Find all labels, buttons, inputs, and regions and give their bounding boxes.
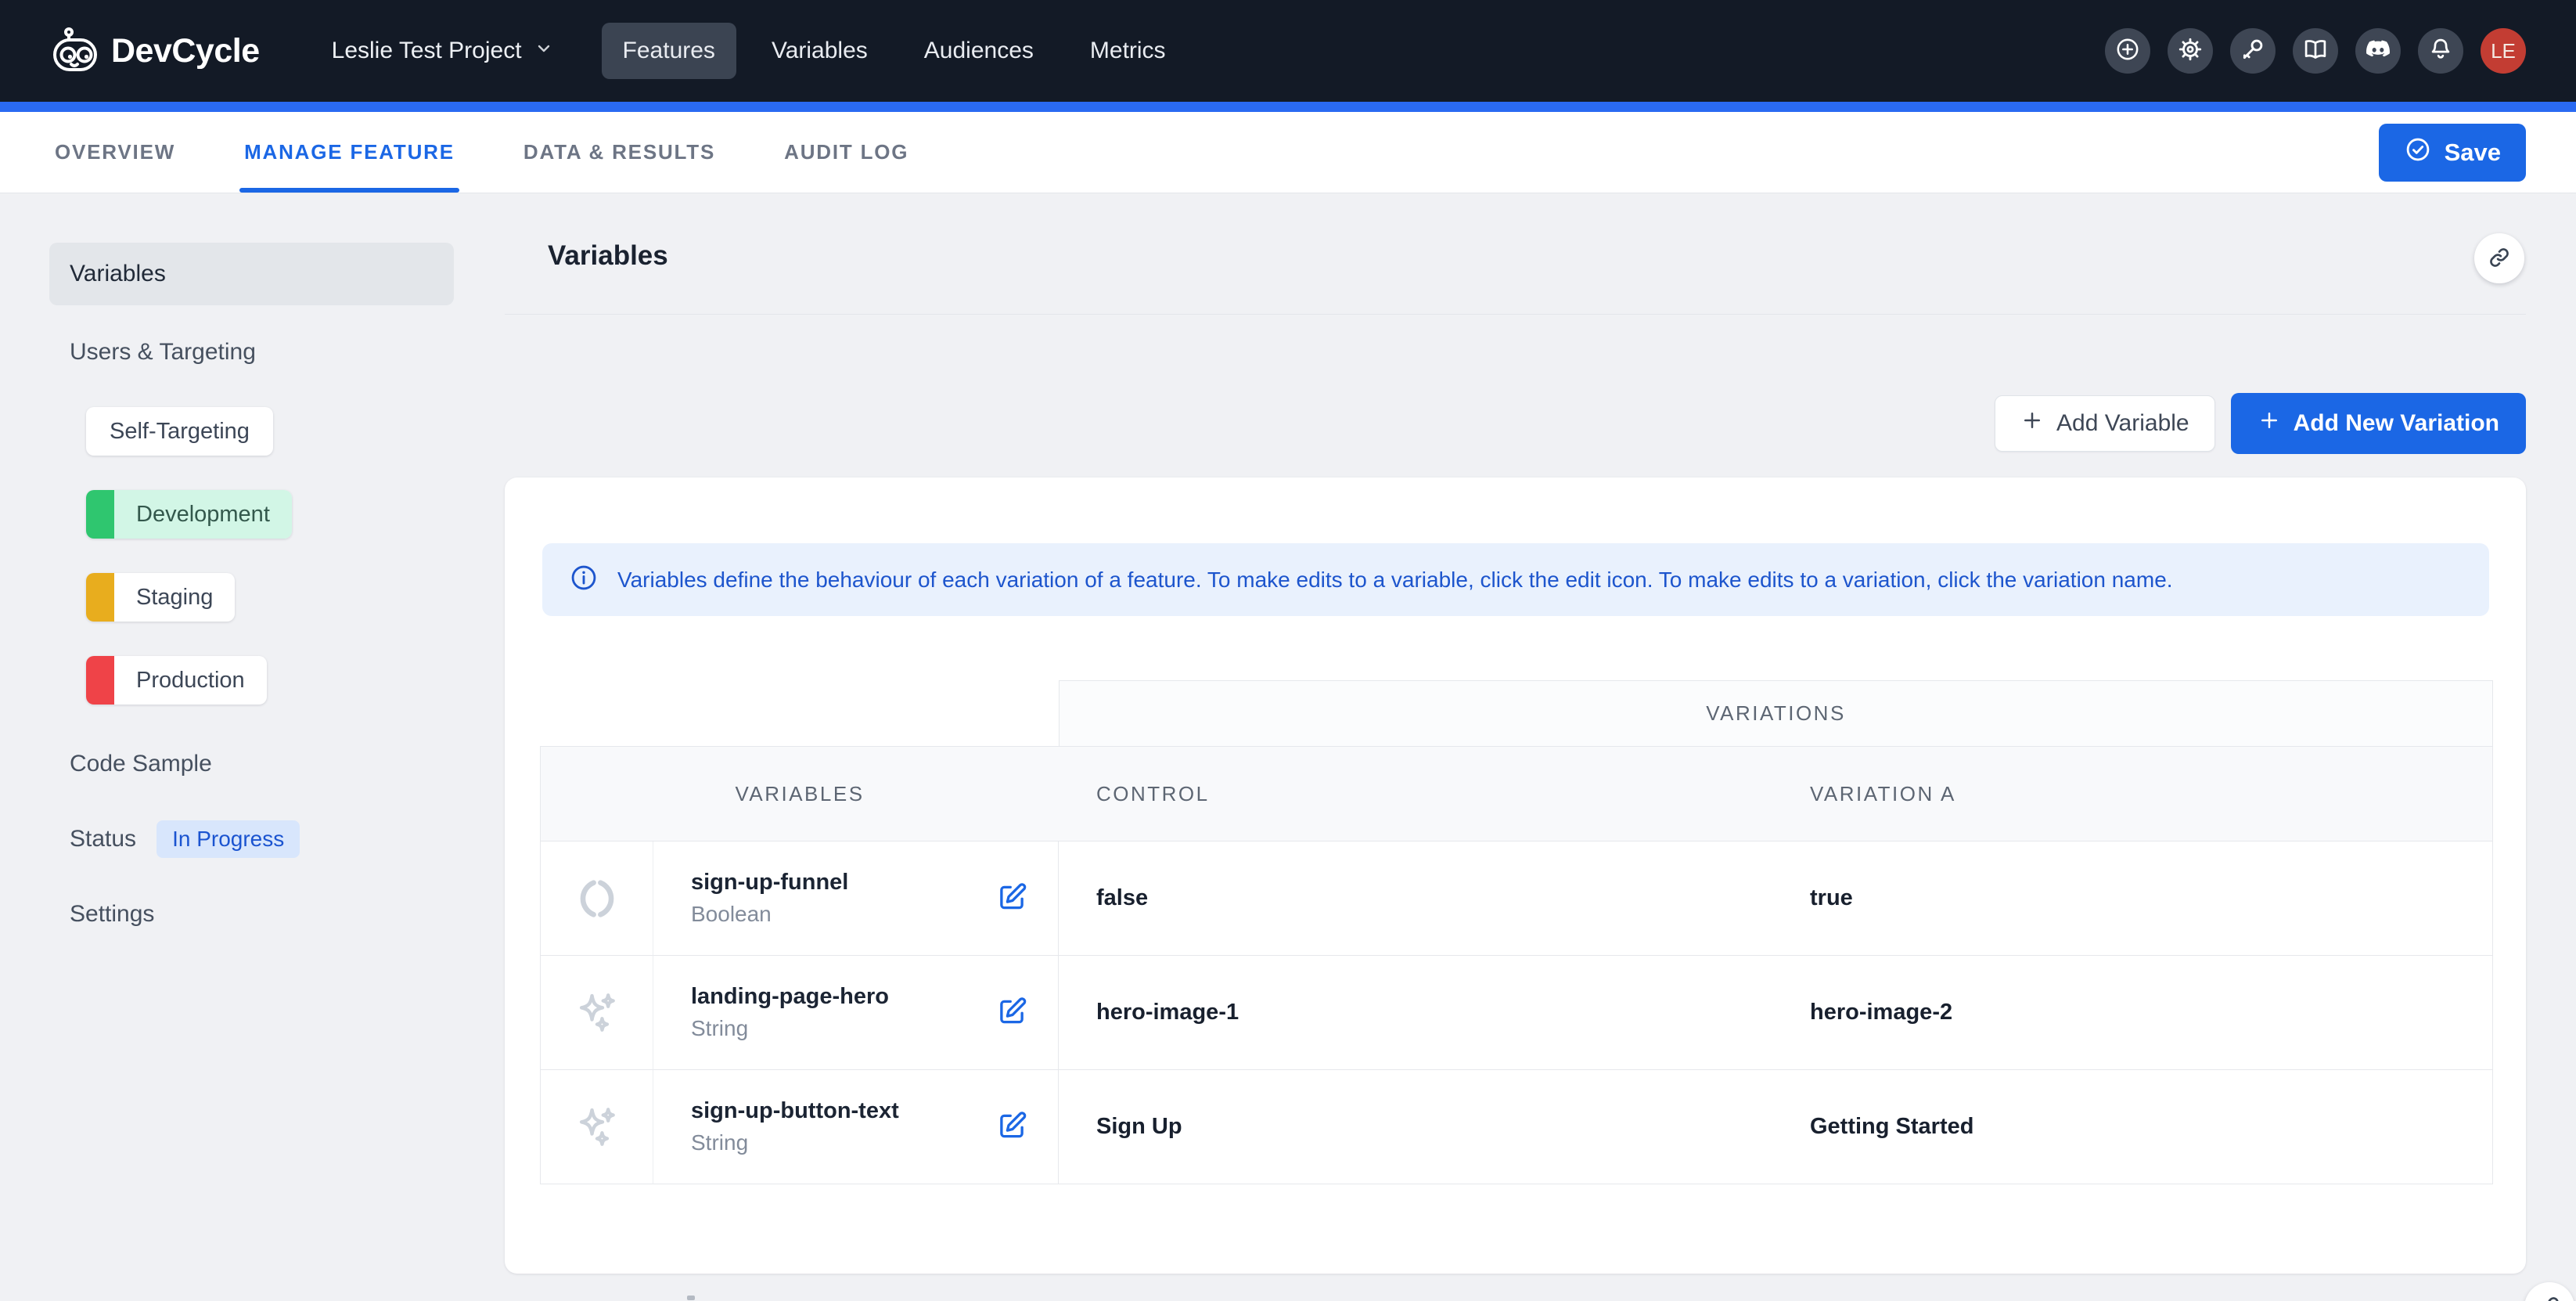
- nav-item-audiences[interactable]: Audiences: [903, 23, 1055, 79]
- sidebar-env-self-targeting[interactable]: Self-Targeting: [86, 407, 273, 456]
- add-new-variation-button[interactable]: Add New Variation: [2231, 393, 2526, 454]
- brand-name: DevCycle: [111, 32, 260, 70]
- docs-button[interactable]: [2293, 28, 2338, 74]
- sidebar-env-staging[interactable]: Staging: [86, 573, 235, 622]
- status-badge[interactable]: In Progress: [157, 820, 300, 858]
- sidebar-env-production[interactable]: Production: [86, 656, 267, 705]
- project-selector[interactable]: Leslie Test Project: [332, 38, 553, 64]
- section-link-button-partial[interactable]: [2524, 1282, 2574, 1301]
- tab-audit-log[interactable]: AUDIT LOG: [784, 112, 908, 193]
- env-color-bar: [86, 656, 114, 705]
- info-icon: [569, 563, 599, 596]
- tab-manage-feature[interactable]: MANAGE FEATURE: [244, 112, 455, 193]
- tab-overview[interactable]: OVERVIEW: [55, 112, 175, 193]
- user-avatar[interactable]: LE: [2481, 28, 2526, 74]
- discord-icon: [2364, 35, 2392, 67]
- section-link-button[interactable]: [2474, 233, 2524, 283]
- status-label: Status: [70, 826, 136, 852]
- tab-data-results[interactable]: DATA & RESULTS: [523, 112, 715, 193]
- table-spacer: [540, 680, 1059, 746]
- variations-header-label: VARIATIONS: [1706, 701, 1846, 726]
- book-open-icon: [2302, 36, 2329, 67]
- api-keys-button[interactable]: [2230, 28, 2276, 74]
- edit-pencil-icon: [995, 881, 1028, 916]
- add-variable-button[interactable]: Add Variable: [1995, 395, 2215, 452]
- plus-icon: [2258, 409, 2281, 438]
- add-new-button[interactable]: [2105, 28, 2150, 74]
- sidebar-item-status[interactable]: Status In Progress: [49, 820, 505, 858]
- next-section-partial: [687, 1296, 695, 1300]
- nav-item-variables[interactable]: Variables: [750, 23, 889, 79]
- env-label: Staging: [114, 573, 235, 622]
- edit-variable-button[interactable]: [995, 881, 1028, 916]
- plus-circle-icon: [2114, 36, 2141, 67]
- control-value[interactable]: false: [1059, 842, 1775, 956]
- settings-button[interactable]: [2168, 28, 2213, 74]
- link-icon: [2487, 245, 2512, 272]
- sidebar-env-development[interactable]: Development: [86, 490, 292, 539]
- variable-type-string-icon: [540, 1070, 653, 1184]
- variable-type-string-icon: [540, 956, 653, 1070]
- devcycle-robot-icon: [50, 26, 100, 76]
- variation-a-value[interactable]: Getting Started: [1775, 1070, 2493, 1184]
- plus-icon: [2020, 409, 2044, 438]
- edit-pencil-icon: [995, 995, 1028, 1030]
- bell-icon: [2427, 36, 2454, 67]
- table-row-variable: sign-up-button-text String: [653, 1070, 1059, 1184]
- variables-card: Variables define the behaviour of each v…: [505, 478, 2526, 1274]
- main-nav: Features Variables Audiences Metrics: [602, 23, 1187, 79]
- nav-item-features[interactable]: Features: [602, 23, 736, 79]
- variables-table: VARIATIONS VARIABLES CONTROL VARIATION A: [540, 680, 2493, 1184]
- add-new-variation-label: Add New Variation: [2294, 410, 2499, 437]
- table-row-variable: landing-page-hero String: [653, 956, 1059, 1070]
- table-row-variable: sign-up-funnel Boolean: [653, 842, 1059, 956]
- env-label: Self-Targeting: [86, 407, 273, 456]
- column-header-control: CONTROL: [1059, 746, 1775, 842]
- sidebar-item-code-sample[interactable]: Code Sample: [49, 744, 505, 784]
- devcycle-logo[interactable]: DevCycle: [50, 26, 260, 76]
- sidebar-item-variables[interactable]: Variables: [49, 243, 454, 305]
- nav-item-metrics[interactable]: Metrics: [1069, 23, 1187, 79]
- env-label: Production: [114, 656, 267, 705]
- notifications-button[interactable]: [2418, 28, 2463, 74]
- accent-bar: [0, 102, 2576, 112]
- discord-button[interactable]: [2355, 28, 2401, 74]
- sidebar-item-users-targeting[interactable]: Users & Targeting: [49, 332, 505, 373]
- feature-sidebar: Variables Users & Targeting Self-Targeti…: [0, 193, 505, 1301]
- info-banner: Variables define the behaviour of each v…: [542, 543, 2489, 616]
- avatar-initials: LE: [2491, 39, 2516, 63]
- add-variable-label: Add Variable: [2056, 410, 2189, 437]
- gear-icon: [2177, 36, 2204, 67]
- link-icon: [2537, 1294, 2562, 1301]
- control-value[interactable]: Sign Up: [1059, 1070, 1775, 1184]
- save-button[interactable]: Save: [2379, 124, 2526, 182]
- variation-a-value[interactable]: true: [1775, 842, 2493, 956]
- env-color-bar: [86, 573, 114, 622]
- column-header-variables: VARIABLES: [540, 746, 1059, 842]
- column-header-variation-a: VARIATION A: [1775, 746, 2493, 842]
- variations-header: VARIATIONS: [1059, 680, 2493, 746]
- control-value[interactable]: hero-image-1: [1059, 956, 1775, 1070]
- page-title: Variables: [548, 240, 668, 272]
- check-circle-icon: [2404, 135, 2432, 170]
- chevron-down-icon: [534, 38, 553, 64]
- key-icon: [2240, 36, 2266, 67]
- feature-tabbar: OVERVIEW MANAGE FEATURE DATA & RESULTS A…: [0, 112, 2576, 193]
- variable-type-boolean-icon: [540, 842, 653, 956]
- save-button-label: Save: [2445, 139, 2501, 167]
- edit-variable-button[interactable]: [995, 1109, 1028, 1144]
- top-navigation: DevCycle Leslie Test Project Features Va…: [0, 0, 2576, 102]
- project-name: Leslie Test Project: [332, 38, 522, 64]
- variables-panel: Variables Add Variable Add New Variation: [505, 193, 2576, 1301]
- edit-variable-button[interactable]: [995, 995, 1028, 1030]
- sidebar-item-settings[interactable]: Settings: [49, 894, 505, 935]
- env-color-bar: [86, 490, 114, 539]
- info-banner-text: Variables define the behaviour of each v…: [617, 568, 2173, 593]
- env-label: Development: [114, 490, 292, 539]
- edit-pencil-icon: [995, 1109, 1028, 1144]
- variation-a-value[interactable]: hero-image-2: [1775, 956, 2493, 1070]
